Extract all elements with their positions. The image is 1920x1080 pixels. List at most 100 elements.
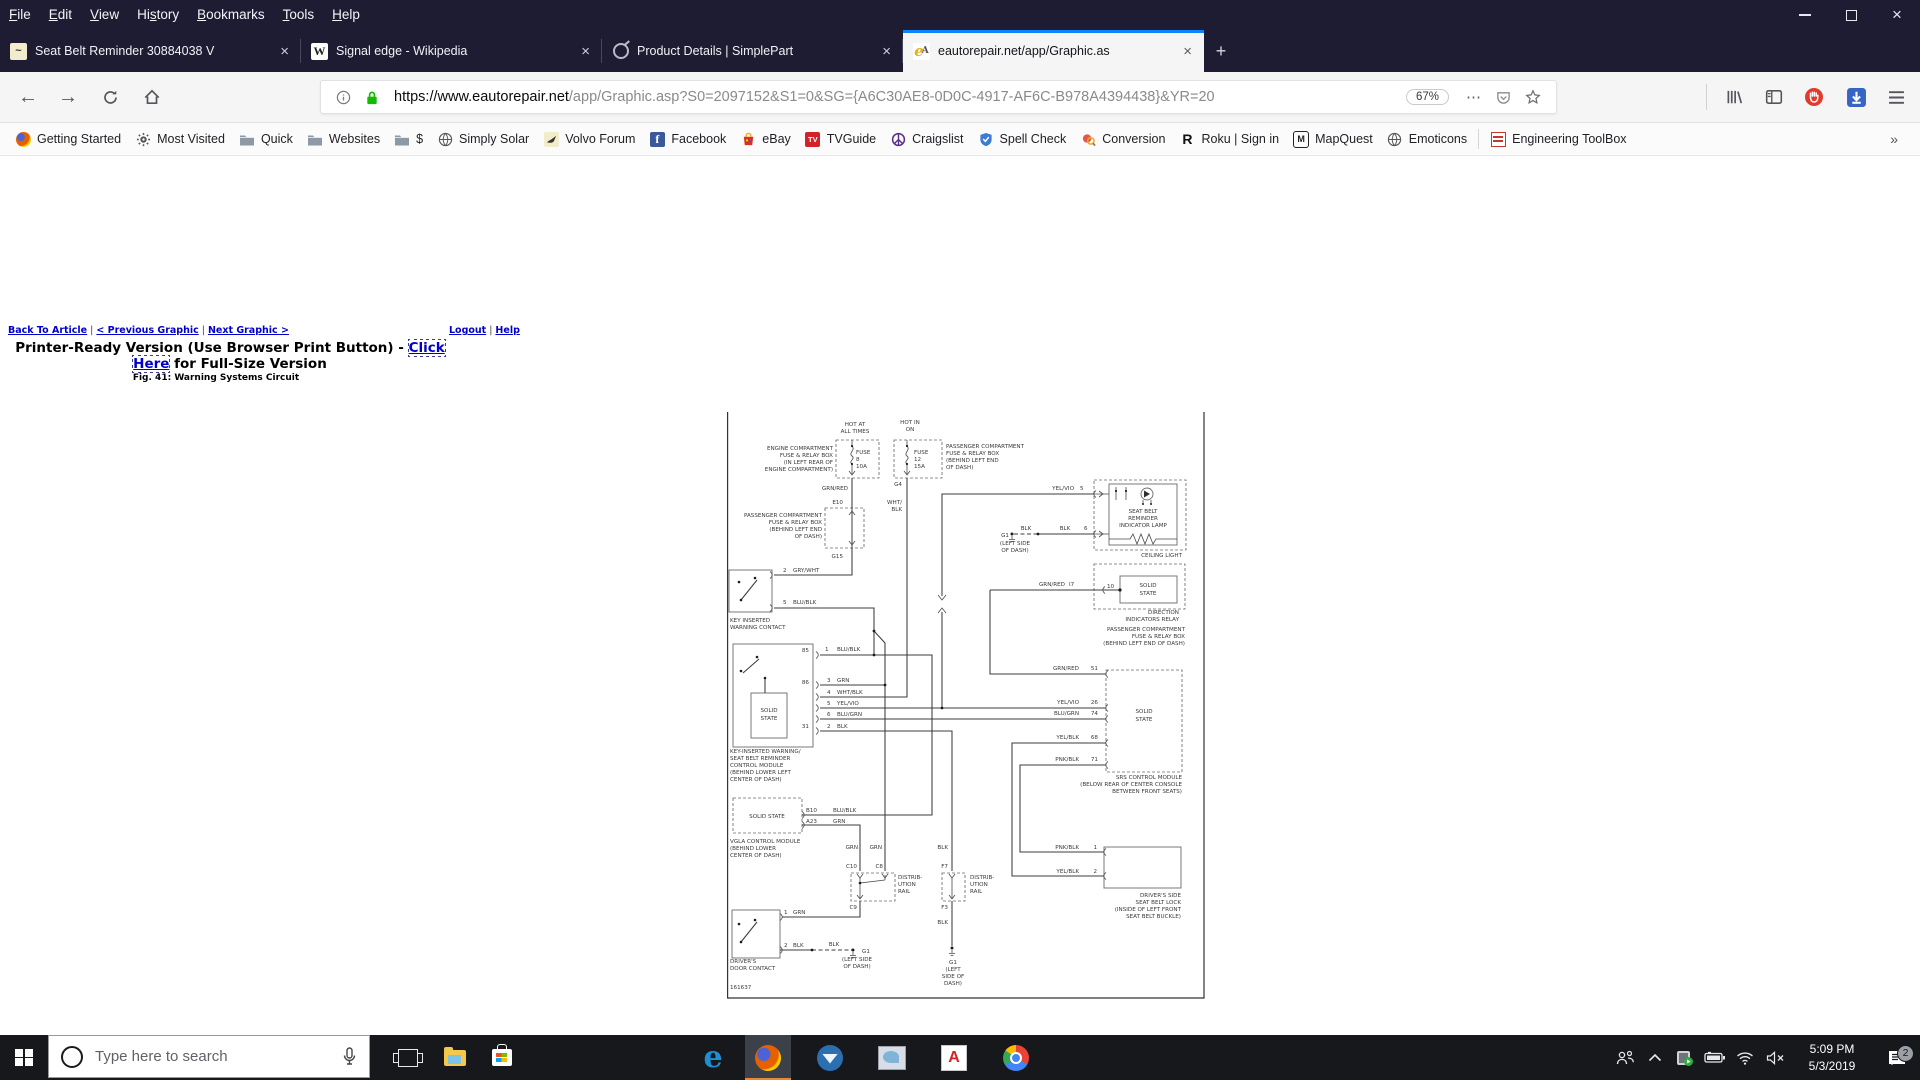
link-back-to-article[interactable]: Back To Article — [8, 325, 87, 336]
tab-eautorepair-active[interactable]: eA eautorepair.net/app/Graphic.as × — [903, 30, 1204, 72]
volume-muted-icon[interactable] — [1760, 1050, 1790, 1065]
menu-help[interactable]: Help — [323, 0, 369, 30]
forward-button[interactable]: → — [52, 82, 84, 112]
secure-lock-icon[interactable] — [365, 90, 379, 105]
bookmark-label: Getting Started — [37, 132, 122, 146]
people-icon[interactable] — [1610, 1050, 1640, 1066]
library-button[interactable] — [1718, 82, 1750, 112]
menu-history[interactable]: History — [128, 0, 188, 30]
tab-close-icon[interactable]: × — [579, 43, 592, 60]
bookmark-tvguide[interactable]: TV TVGuide — [798, 131, 883, 147]
task-view-icon — [393, 1048, 423, 1067]
adblock-hand-button[interactable] — [1798, 82, 1830, 112]
link-next-graphic-[interactable]: Next Graphic > — [208, 325, 289, 336]
bookmark-websites[interactable]: Websites — [300, 131, 387, 147]
close-button[interactable]: × — [1874, 0, 1920, 30]
menu-tools[interactable]: Tools — [274, 0, 324, 30]
tray-chevron-up-icon[interactable] — [1640, 1053, 1670, 1062]
microsoft-store-button[interactable] — [479, 1035, 525, 1080]
taskbar-clock[interactable]: 5:09 PM 5/3/2019 — [1790, 1041, 1874, 1073]
edge-button[interactable]: e — [690, 1035, 736, 1080]
url-text[interactable]: https://www.eautorepair.net/app/Graphic.… — [394, 89, 1396, 105]
restore-button[interactable] — [1828, 0, 1874, 30]
action-center-button[interactable]: 2 — [1874, 1044, 1920, 1067]
bookmark-star-icon[interactable] — [1525, 89, 1541, 105]
acrobat-button[interactable]: A — [931, 1035, 977, 1080]
bookmark-roku-sign-in[interactable]: R Roku | Sign in — [1172, 131, 1286, 147]
battery-icon[interactable] — [1700, 1051, 1730, 1064]
bookmark-spell-check[interactable]: Spell Check — [971, 131, 1074, 147]
bookmark-craigslist[interactable]: Craigslist — [883, 131, 970, 147]
tab-close-icon[interactable]: × — [1181, 43, 1194, 60]
link-logout[interactable]: Logout — [449, 325, 486, 336]
top-nav-links: Back To Article | < Previous Graphic | Next … — [8, 325, 289, 336]
diagram-label: G1 — [949, 960, 957, 966]
menu-file[interactable]: File — [0, 0, 40, 30]
wiring-diagram: HOT ATALL TIMES HOT INON ENGINE COMPARTMEN… — [727, 412, 1205, 999]
wifi-icon[interactable] — [1730, 1051, 1760, 1065]
tab-wikipedia[interactable]: W Signal edge - Wikipedia × — [301, 30, 602, 72]
bookmark-engineering-toolbox[interactable]: Engineering ToolBox — [1483, 131, 1633, 147]
chrome-button[interactable] — [993, 1035, 1039, 1080]
diagram-label: I7 — [1069, 582, 1075, 588]
file-explorer-button[interactable] — [432, 1035, 478, 1080]
bookmark-quick[interactable]: Quick — [232, 131, 300, 147]
diagram-label: UTION — [970, 882, 988, 888]
zoom-level-badge[interactable]: 67% — [1405, 89, 1449, 105]
diagram-label: 2 — [827, 724, 831, 730]
cortana-icon — [61, 1045, 83, 1068]
diagram-label: (LEFT — [945, 967, 961, 973]
start-button[interactable] — [0, 1035, 48, 1080]
bookmarks-overflow-chevron-icon[interactable]: » — [1890, 131, 1912, 147]
library-icon — [1727, 90, 1743, 104]
diagram-label: WHT/ — [887, 500, 902, 506]
reload-button[interactable] — [94, 82, 126, 112]
firefox-button-active[interactable] — [745, 1035, 791, 1080]
bookmark-mapquest[interactable]: M MapQuest — [1286, 130, 1380, 148]
tab-seat-belt-reminder[interactable]: ~ Seat Belt Reminder 30884038 V × — [0, 30, 301, 72]
page-info-icon[interactable] — [336, 90, 351, 105]
mail-app-button[interactable] — [869, 1035, 915, 1080]
menu-bookmarks[interactable]: Bookmarks — [188, 0, 274, 30]
home-button[interactable] — [136, 82, 168, 112]
new-tab-button[interactable]: + — [1204, 30, 1238, 72]
bookmark-conversion[interactable]: Conversion — [1073, 131, 1172, 147]
sidebar-button[interactable] — [1758, 82, 1790, 112]
taskbar-search[interactable]: Type here to search — [48, 1035, 370, 1078]
bookmark-facebook[interactable]: f Facebook — [642, 131, 733, 147]
bookmark-volvo-forum[interactable]: Volvo Forum — [536, 131, 642, 147]
heading-text: for Full-Size Version — [169, 356, 327, 373]
menu-edit[interactable]: Edit — [40, 0, 81, 30]
diagram-label: 15A — [914, 464, 925, 470]
page-actions-icon[interactable]: ⋯ — [1466, 88, 1482, 106]
minimize-button[interactable] — [1782, 0, 1828, 30]
pocket-icon[interactable] — [1496, 90, 1511, 105]
bookmark-ebay[interactable]: eBay — [733, 131, 798, 147]
diagram-label: OF DASH) — [843, 964, 870, 970]
task-view-button[interactable] — [385, 1035, 431, 1080]
tab-close-icon[interactable]: × — [880, 43, 893, 60]
tab-simplepart[interactable]: Product Details | SimplePart × — [602, 30, 903, 72]
thunderbird-button[interactable] — [807, 1035, 853, 1080]
address-bar[interactable]: https://www.eautorepair.net/app/Graphic.… — [320, 80, 1557, 114]
back-button[interactable]: ← — [12, 82, 44, 112]
download-button[interactable] — [1840, 82, 1872, 112]
tray-app-icon[interactable] — [1670, 1049, 1700, 1067]
link-help[interactable]: Help — [495, 325, 519, 336]
link--previous-graphic[interactable]: < Previous Graphic — [96, 325, 198, 336]
bookmark-getting-started[interactable]: Getting Started — [8, 131, 128, 147]
bookmark-simply-solar[interactable]: Simply Solar — [430, 131, 536, 147]
menu-view[interactable]: View — [81, 0, 128, 30]
bookmark--[interactable]: $ — [387, 131, 430, 147]
bookmark-most-visited[interactable]: Most Visited — [128, 131, 232, 147]
diagram-label: 2 — [784, 943, 788, 949]
bookmarks-toolbar: Getting Started Most Visited Quick Websites… — [0, 123, 1920, 156]
page-content: Back To Article | < Previous Graphic | Next … — [0, 156, 1920, 1065]
tab-close-icon[interactable]: × — [278, 43, 291, 60]
diagram-label: YEL/BLK — [1055, 869, 1079, 875]
diagram-label: 26 — [1091, 700, 1099, 706]
diagram-label: 5 — [783, 600, 787, 606]
app-menu-button[interactable] — [1880, 82, 1912, 112]
microphone-icon[interactable] — [342, 1046, 357, 1067]
bookmark-emoticons[interactable]: Emoticons — [1380, 131, 1474, 147]
